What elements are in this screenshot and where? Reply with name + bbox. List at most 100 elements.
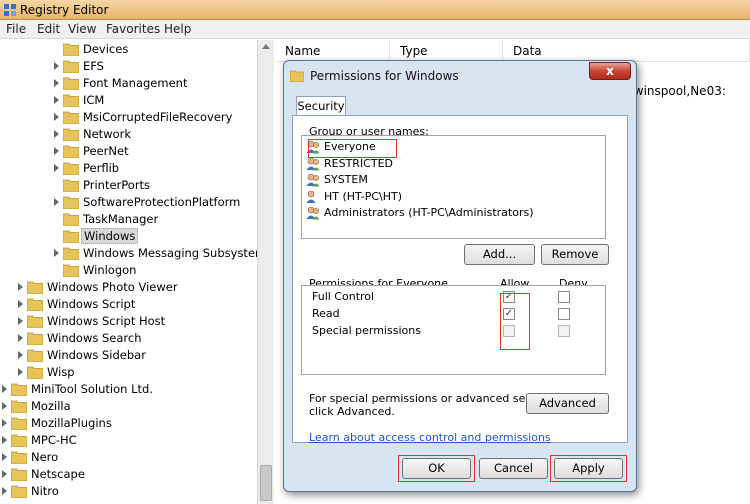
folder-icon: [63, 196, 79, 209]
user-list-item[interactable]: RESTRICTED: [306, 156, 602, 172]
tree-item-label: Windows: [81, 228, 139, 244]
tree-item[interactable]: Windows Messaging Subsystem: [0, 245, 257, 262]
ok-button[interactable]: OK: [402, 458, 471, 479]
expand-arrow-icon[interactable]: [54, 130, 59, 138]
permission-name: Read: [312, 307, 340, 320]
tree-item[interactable]: Netscape: [0, 466, 255, 483]
expand-arrow-icon[interactable]: [54, 249, 59, 257]
menu-help[interactable]: Help: [164, 22, 191, 36]
expand-arrow-icon[interactable]: [2, 453, 7, 461]
tree-item[interactable]: Windows Script: [0, 296, 255, 313]
permissions-list: Full Control ✓ Read ✓ Special permissions: [301, 285, 606, 375]
apply-button[interactable]: Apply: [554, 458, 623, 479]
tree-item[interactable]: TaskManager: [0, 211, 255, 228]
add-button[interactable]: Add...: [464, 244, 535, 265]
expand-arrow-icon[interactable]: [18, 283, 23, 291]
tree-item[interactable]: Windows Photo Viewer: [0, 279, 255, 296]
allow-checkbox[interactable]: ✓: [503, 291, 515, 303]
tab-security[interactable]: Security: [296, 96, 346, 116]
tree-item[interactable]: Devices: [0, 41, 255, 58]
tree-item[interactable]: Windows Sidebar: [0, 347, 255, 364]
close-button[interactable]: x: [589, 62, 631, 80]
expand-arrow-icon[interactable]: [2, 402, 7, 410]
tree-scrollbar[interactable]: [257, 40, 274, 504]
tree-item[interactable]: SoftwareProtectionPlatform: [0, 194, 255, 211]
tree-item-label: Windows Sidebar: [47, 348, 146, 362]
tree-item[interactable]: Mozilla: [0, 398, 255, 415]
menu-favorites[interactable]: Favorites: [106, 22, 160, 36]
tree-item[interactable]: MozillaPlugins: [0, 415, 255, 432]
tree-item[interactable]: MiniTool Solution Ltd.: [0, 381, 255, 398]
tree-item-label: Mozilla: [31, 399, 71, 413]
expand-arrow-icon[interactable]: [2, 470, 7, 478]
tree-item[interactable]: MsiCorruptedFileRecovery: [0, 109, 255, 126]
user-list-item[interactable]: SYSTEM: [306, 172, 602, 188]
expand-arrow-icon[interactable]: [2, 419, 7, 427]
allow-checkbox[interactable]: ✓: [503, 308, 515, 320]
tree-item[interactable]: Wisp: [0, 364, 255, 381]
tree-item[interactable]: Font Management: [0, 75, 255, 92]
tree-item[interactable]: EFS: [0, 58, 255, 75]
tree-item[interactable]: Windows: [0, 228, 255, 245]
remove-button[interactable]: Remove: [541, 244, 609, 265]
expand-arrow-icon[interactable]: [2, 487, 7, 495]
tree-item-label: PeerNet: [83, 144, 129, 158]
deny-checkbox[interactable]: [558, 308, 570, 320]
menu-edit[interactable]: Edit: [37, 22, 60, 36]
tree-item-label: Windows Script: [47, 297, 136, 311]
folder-icon: [63, 77, 79, 90]
cancel-button[interactable]: Cancel: [479, 458, 548, 479]
folder-icon: [27, 298, 43, 311]
column-header-type[interactable]: Type: [390, 40, 503, 62]
expand-arrow-icon[interactable]: [18, 351, 23, 359]
tree-item[interactable]: Windows Script Host: [0, 313, 255, 330]
tree-item[interactable]: Winlogon: [0, 262, 255, 279]
registry-tree[interactable]: Devices EFS Font Management ICM MsiCorrupted…: [0, 40, 257, 504]
tree-item[interactable]: Network: [0, 126, 255, 143]
folder-icon: [11, 383, 27, 396]
group-icon: [306, 206, 320, 220]
expand-arrow-icon[interactable]: [54, 164, 59, 172]
tree-item[interactable]: Perflib: [0, 160, 255, 177]
scroll-up-arrow-icon[interactable]: [262, 44, 270, 49]
tree-item[interactable]: PrinterPorts: [0, 177, 255, 194]
tree-item-label: Windows Search: [47, 331, 142, 345]
user-list-item[interactable]: Administrators (HT-PC\Administrators): [306, 205, 602, 221]
tree-item[interactable]: Windows Search: [0, 330, 255, 347]
deny-checkbox[interactable]: [558, 291, 570, 303]
expand-arrow-icon[interactable]: [18, 300, 23, 308]
expand-arrow-icon[interactable]: [2, 385, 7, 393]
menu-view[interactable]: View: [68, 22, 96, 36]
expand-arrow-icon[interactable]: [54, 62, 59, 70]
expand-arrow-icon[interactable]: [18, 368, 23, 376]
tree-item[interactable]: PeerNet: [0, 143, 255, 160]
expand-arrow-icon[interactable]: [54, 198, 59, 206]
tree-item[interactable]: MPC-HC: [0, 432, 255, 449]
advanced-button[interactable]: Advanced: [526, 393, 609, 414]
expand-arrow-icon[interactable]: [18, 334, 23, 342]
expand-arrow-icon[interactable]: [18, 317, 23, 325]
user-list-item[interactable]: HT (HT-PC\HT): [306, 189, 602, 205]
expand-arrow-icon[interactable]: [54, 96, 59, 104]
tree-item-label: Wisp: [47, 365, 75, 379]
group-icon: [306, 157, 320, 170]
learn-more-link[interactable]: Learn about access control and permissio…: [309, 431, 551, 444]
tree-item[interactable]: Nitro: [0, 483, 255, 500]
tree-item[interactable]: Nero: [0, 449, 255, 466]
permission-row: Full Control ✓: [302, 289, 602, 306]
tree-item-label: Nitro: [31, 484, 59, 498]
menu-file[interactable]: File: [6, 22, 26, 36]
expand-arrow-icon[interactable]: [54, 79, 59, 87]
column-header-data[interactable]: Data: [503, 40, 750, 62]
tree-item-label: Font Management: [83, 76, 188, 90]
expand-arrow-icon[interactable]: [54, 147, 59, 155]
scrollbar-thumb[interactable]: [260, 465, 272, 501]
expand-arrow-icon[interactable]: [54, 113, 59, 121]
user-list-item[interactable]: Everyone: [306, 139, 602, 155]
tree-item-label: EFS: [83, 59, 104, 73]
column-header-name[interactable]: Name: [275, 40, 390, 62]
tree-item[interactable]: ICM: [0, 92, 255, 109]
expand-arrow-icon[interactable]: [2, 436, 7, 444]
users-list[interactable]: Everyone RESTRICTED SYSTEM HT (HT-PC\HT) Adm…: [301, 135, 606, 239]
tree-item-label: Perflib: [83, 161, 120, 175]
